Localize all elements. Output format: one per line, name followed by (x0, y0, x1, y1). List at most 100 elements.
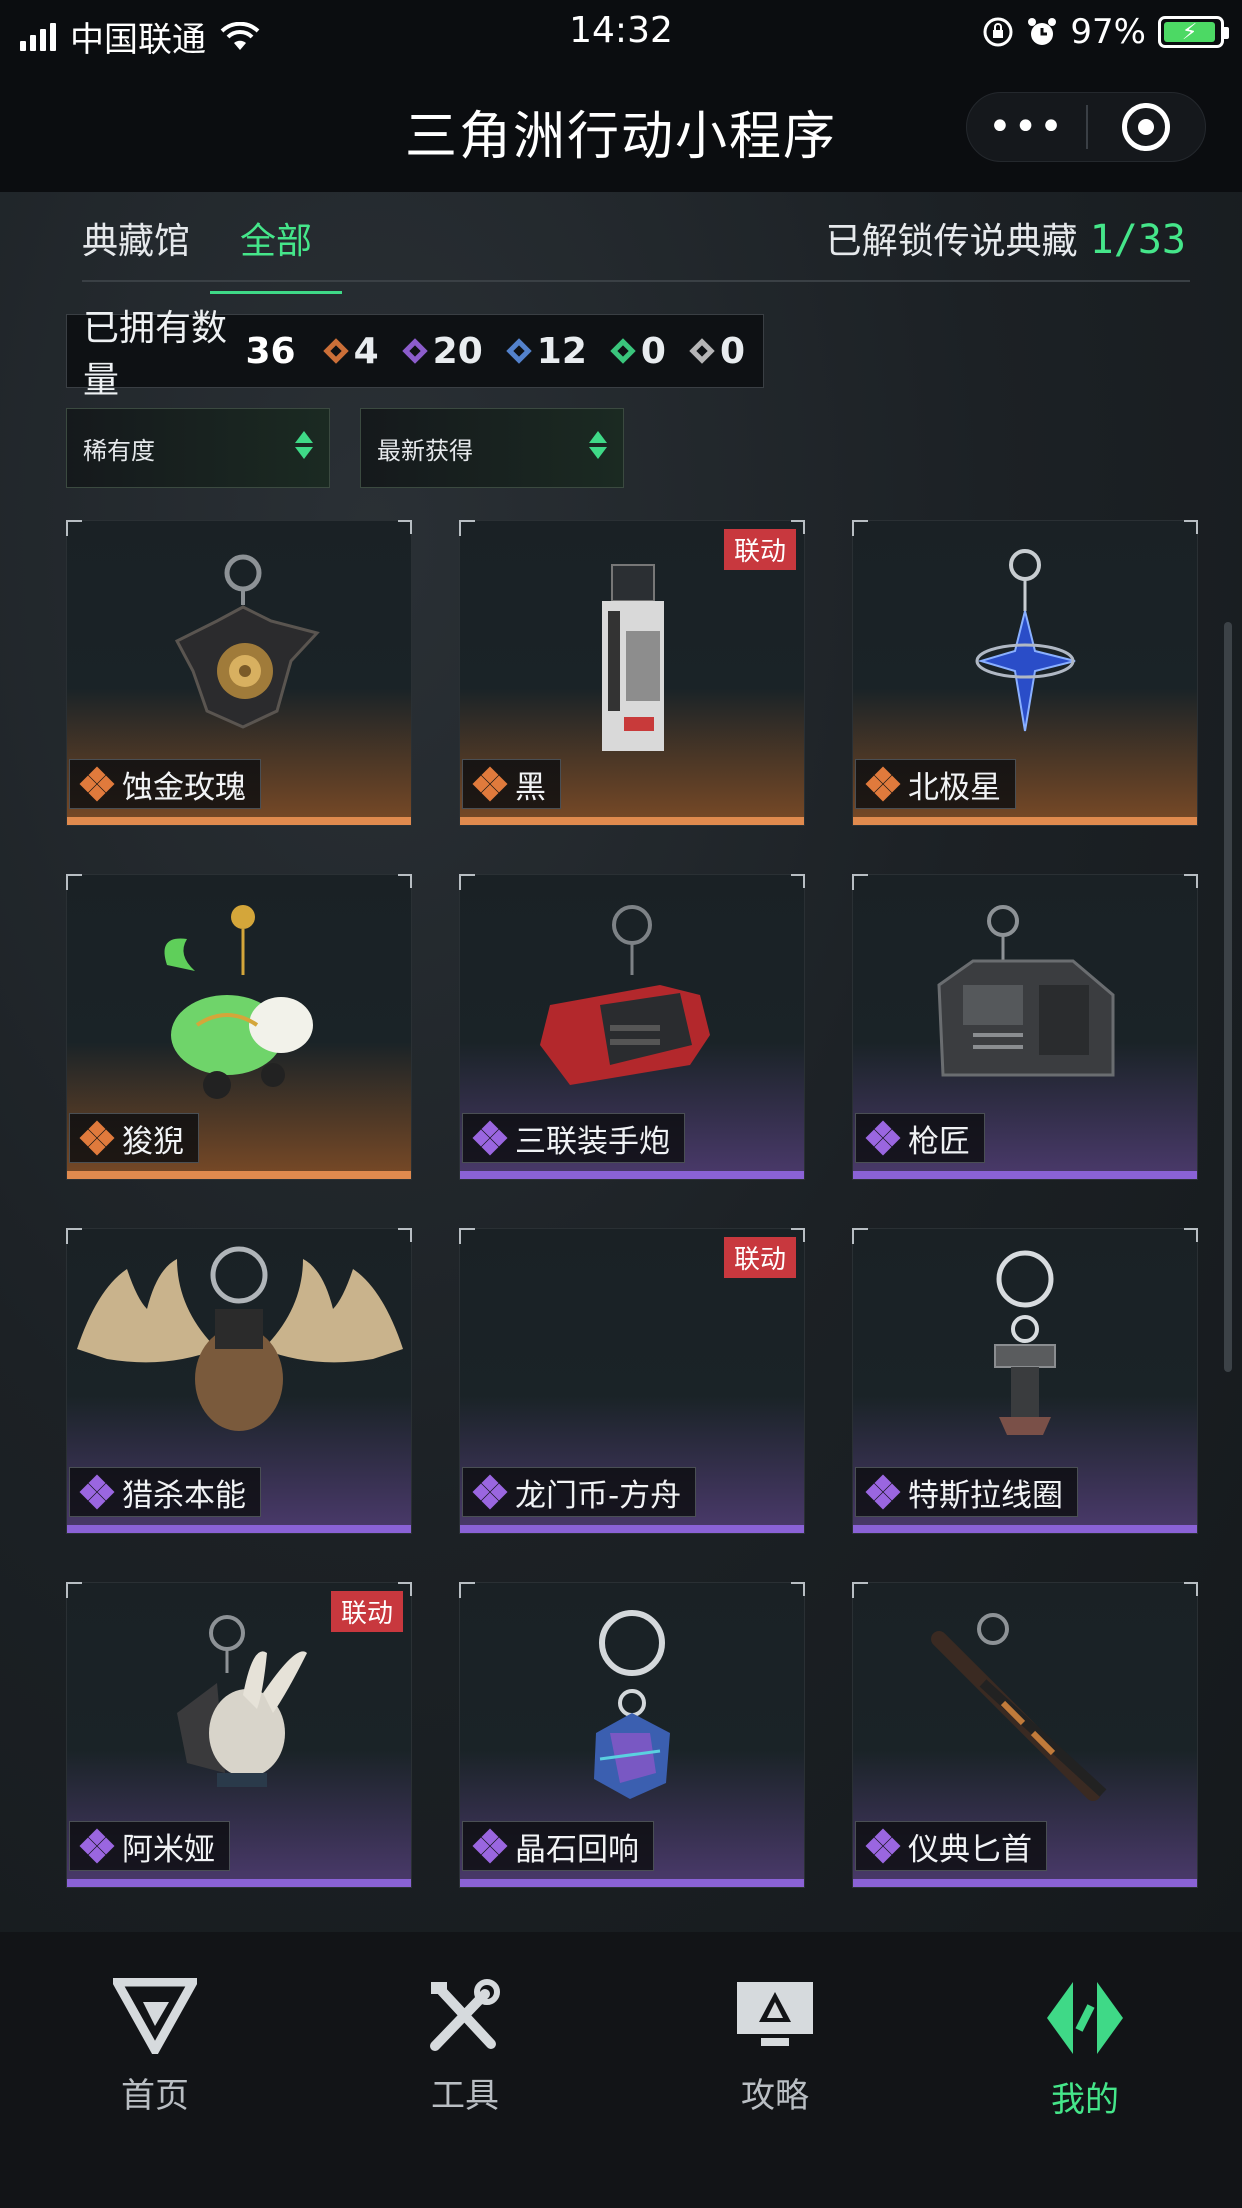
collection-card[interactable]: 三联装手炮 (459, 874, 805, 1180)
nav-home-label: 首页 (121, 2076, 189, 2116)
item-label: 三联装手炮 (462, 1113, 685, 1163)
nav-guide[interactable]: 攻略 (620, 1932, 930, 2208)
purple-rarity-icon (865, 1828, 901, 1864)
purple-rarity-icon (472, 1828, 508, 1864)
owned-stat-purple: 20 (401, 331, 483, 372)
sort-label: 最新获得 (377, 436, 473, 465)
purple-rarity-icon (79, 1474, 115, 1510)
item-label: 龙门币-方舟 (462, 1467, 697, 1517)
legendary-unlocked: 已解锁传说典藏 1/33 (826, 212, 1186, 264)
collection-card[interactable]: 特斯拉线圈 (852, 1228, 1198, 1534)
rarity-filter-label: 稀有度 (83, 436, 155, 465)
owned-purple-count: 20 (432, 330, 483, 372)
scrollbar[interactable] (1224, 622, 1232, 1372)
collection-card[interactable]: 蚀金玫瑰 (66, 520, 412, 826)
owned-total: 36 (245, 330, 296, 372)
purple-rarity-icon (472, 1120, 508, 1156)
cannon-charm-icon (540, 905, 710, 1085)
collab-badge: 联动 (330, 1591, 403, 1632)
sort-arrows-icon (295, 431, 313, 459)
profile-logo-icon (1047, 1982, 1123, 2054)
antler-charm-icon (77, 1246, 403, 1431)
guide-monitor-icon (737, 1982, 813, 2046)
item-label: 阿米娅 (69, 1821, 230, 1871)
collection-card[interactable]: 联动 黑 (459, 520, 805, 826)
tab-bar: 典藏馆 全部 (82, 212, 343, 294)
item-label: 蚀金玫瑰 (69, 759, 261, 809)
gunsmith-charm-icon (937, 905, 1115, 1077)
collection-card[interactable]: 联动 龙门币-方舟 (459, 1228, 805, 1534)
item-label: 枪匠 (855, 1113, 985, 1163)
white-rarity-icon (688, 337, 716, 365)
item-name: 三联装手炮 (515, 1123, 670, 1160)
collection-card[interactable]: 北极星 (852, 520, 1198, 826)
rarity-bar (853, 1879, 1197, 1887)
purple-rarity-icon (865, 1474, 901, 1510)
tab-collection-hall[interactable]: 典藏馆 (82, 212, 190, 282)
collection-card[interactable]: 仪典匕首 (852, 1582, 1198, 1888)
rarity-bar (67, 1525, 411, 1533)
collection-card[interactable]: 联动 阿米娅 (66, 1582, 412, 1888)
gold-rarity-icon (79, 1120, 115, 1156)
rarity-bar (853, 1171, 1197, 1179)
owned-stat-white: 0 (688, 331, 745, 372)
rarity-filter-dropdown[interactable]: 稀有度 (66, 408, 330, 488)
status-left: 中国联通 (20, 12, 260, 61)
purple-rarity-icon (401, 337, 429, 365)
blue-rarity-icon (505, 337, 533, 365)
rarity-bar (67, 1171, 411, 1179)
item-label: 黑 (462, 759, 561, 809)
nav-tools[interactable]: 工具 (310, 1932, 620, 2208)
more-button[interactable]: ••• (967, 97, 1086, 157)
coil-charm-icon (994, 1250, 1056, 1435)
signal-icon (20, 22, 56, 51)
dagger-charm-icon (931, 1613, 1107, 1801)
item-label: 北极星 (855, 759, 1016, 809)
star-charm-icon (975, 549, 1076, 732)
nav-guide-label: 攻略 (741, 2076, 809, 2116)
collection-card[interactable]: 狻猊 (66, 874, 412, 1180)
gold-rarity-icon (472, 766, 508, 802)
item-name: 黑 (515, 769, 546, 806)
tools-icon (430, 1979, 500, 2051)
nav-profile-label: 我的 (1051, 2080, 1119, 2120)
collection-card[interactable]: 晶石回响 (459, 1582, 805, 1888)
item-name: 猎杀本能 (122, 1477, 246, 1514)
collab-badge: 联动 (723, 1237, 796, 1278)
item-name: 龙门币-方舟 (515, 1477, 682, 1514)
nav-profile[interactable]: 我的 (930, 1932, 1240, 2208)
collection-card[interactable]: 猎杀本能 (66, 1228, 412, 1534)
collection-grid: 蚀金玫瑰 联动 黑 北极星 狻猊 三联装手炮 枪匠 猎杀本能 联动 龙门币-方舟… (66, 520, 1198, 1888)
status-bar: 中国联通 14:32 97% ⚡ (0, 0, 1242, 64)
status-right: 97% ⚡ (982, 12, 1229, 52)
owned-green-count: 0 (640, 330, 666, 372)
bottom-nav: 首页 工具 攻略 我的 (0, 1932, 1242, 2208)
tab-all[interactable]: 全部 (210, 212, 343, 294)
item-label: 晶石回响 (462, 1821, 654, 1871)
rarity-bar (460, 1879, 804, 1887)
legendary-unlocked-count: 1/33 (1089, 217, 1186, 263)
owned-blue-count: 12 (536, 330, 587, 372)
owned-summary: 已拥有数量 36 4 20 12 0 0 (66, 308, 764, 401)
green-rarity-icon (609, 337, 637, 365)
item-label: 狻猊 (69, 1113, 199, 1163)
gold-rarity-icon (322, 337, 350, 365)
owned-stat-blue: 12 (505, 331, 587, 372)
item-label: 猎杀本能 (69, 1467, 261, 1517)
item-label: 特斯拉线圈 (855, 1467, 1078, 1517)
collection-card[interactable]: 枪匠 (852, 874, 1198, 1180)
rarity-bar (67, 1879, 411, 1887)
rotation-lock-icon (983, 17, 1013, 47)
close-button[interactable] (1088, 103, 1205, 151)
battery-percent: 97% (1070, 12, 1146, 52)
sort-dropdown[interactable]: 最新获得 (360, 408, 624, 488)
item-name: 晶石回响 (515, 1831, 639, 1868)
owned-white-count: 0 (719, 330, 745, 372)
item-label: 仪典匕首 (855, 1821, 1047, 1871)
purple-rarity-icon (79, 1828, 115, 1864)
item-name: 特斯拉线圈 (908, 1477, 1063, 1514)
nav-home[interactable]: 首页 (0, 1932, 310, 2208)
item-name: 阿米娅 (122, 1831, 215, 1868)
collection-content: 典藏馆 全部 已解锁传说典藏 1/33 已拥有数量 36 4 20 12 0 0 … (0, 192, 1242, 1932)
miniprogram-capsule: ••• (966, 92, 1206, 162)
